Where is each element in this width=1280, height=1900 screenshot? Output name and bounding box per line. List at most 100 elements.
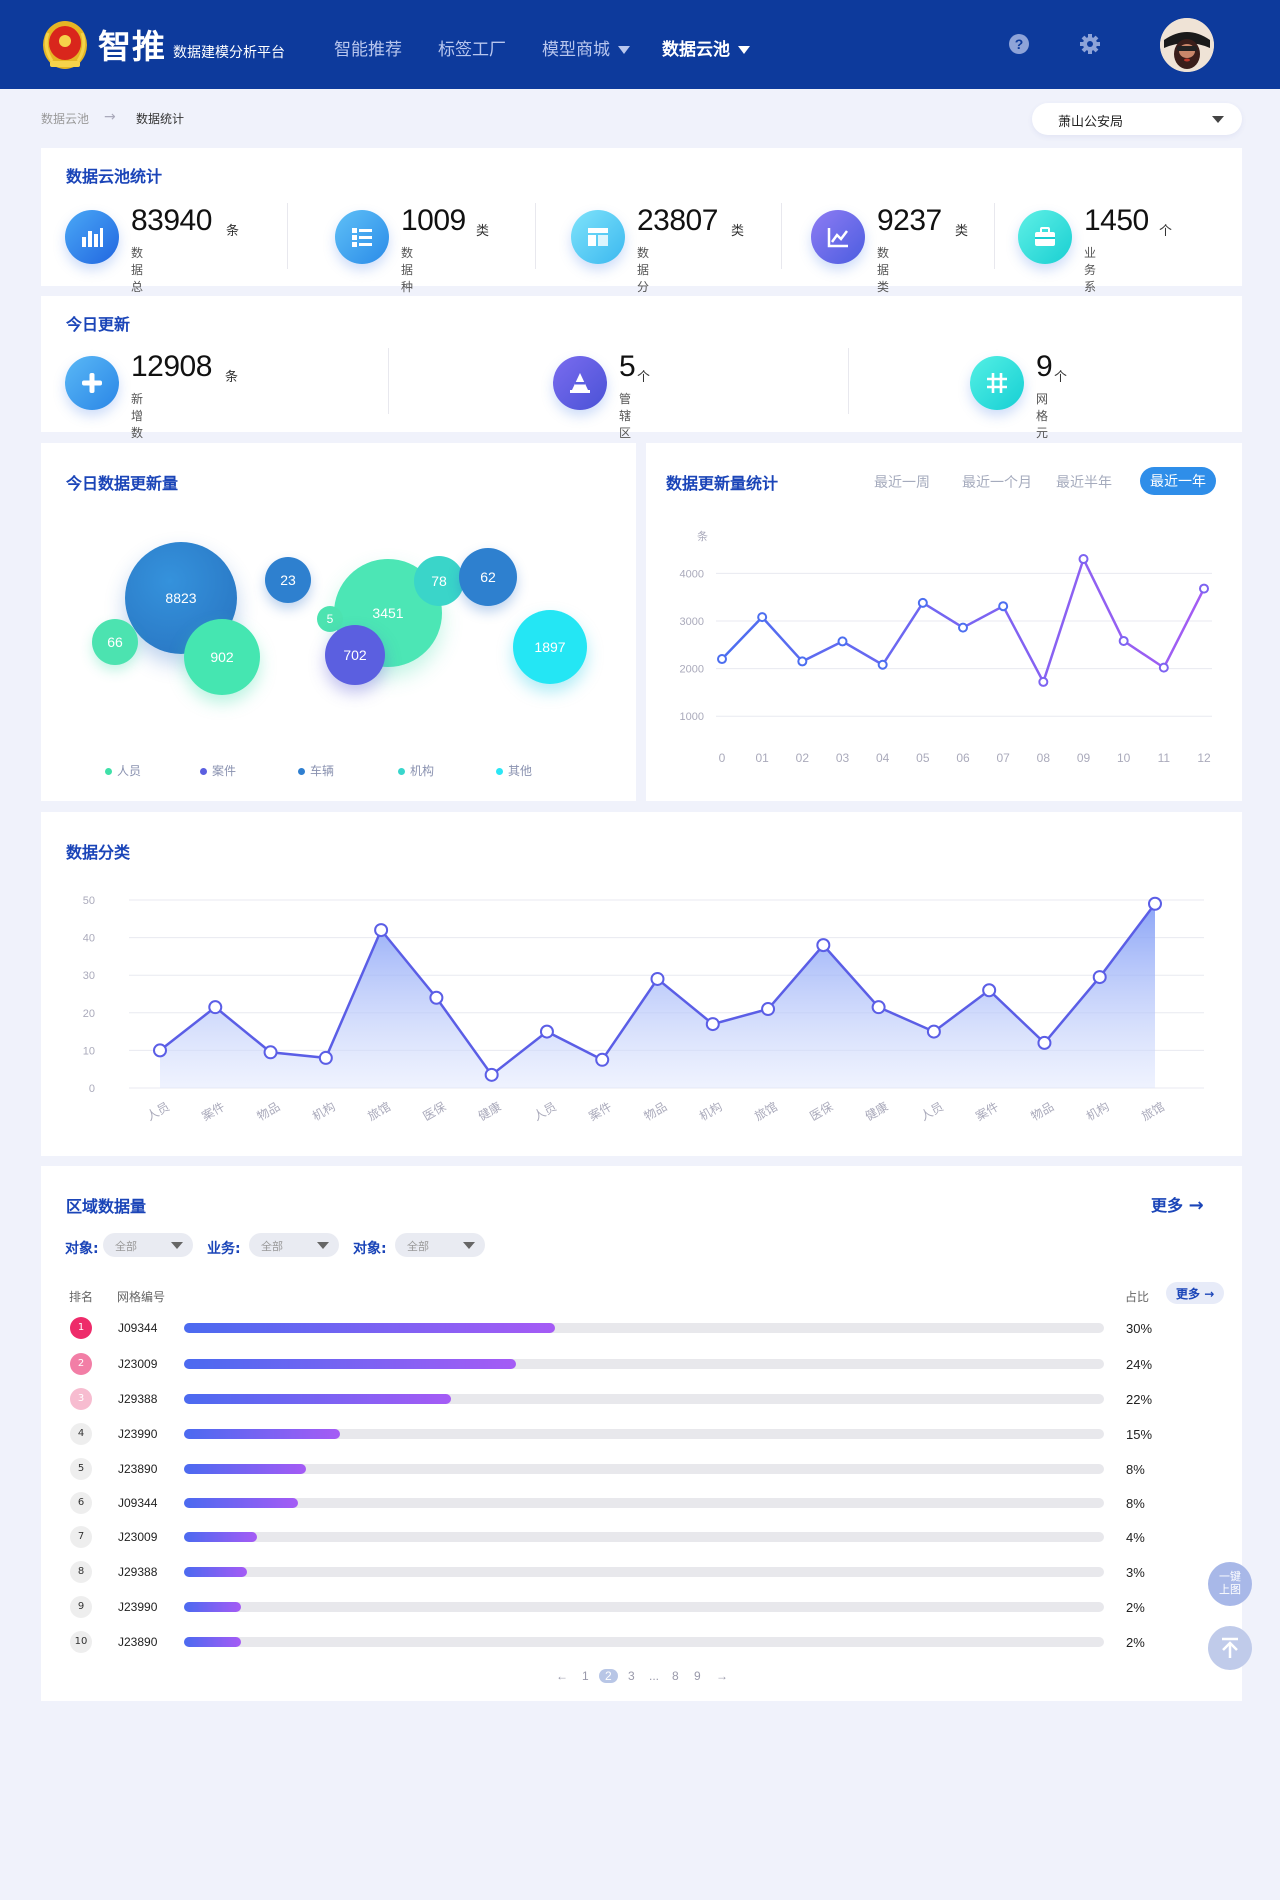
- legend-case[interactable]: 案件: [200, 762, 236, 779]
- data-point: [1038, 676, 1049, 687]
- rank-badge: 10: [70, 1631, 92, 1653]
- data-point: [539, 1024, 554, 1039]
- table-row[interactable]: 3 J29388 22%: [0, 1388, 1280, 1422]
- pager-prev[interactable]: ←: [556, 1669, 568, 1683]
- table-row[interactable]: 6 J09344 8%: [0, 1492, 1280, 1526]
- cloud-stats-title: 数据云池统计: [66, 167, 163, 186]
- x-tick-label: 医保: [420, 1099, 448, 1123]
- gear-icon[interactable]: [1079, 33, 1101, 55]
- rank-badge: 9: [70, 1596, 92, 1618]
- table-row[interactable]: 7 J23009 4%: [0, 1526, 1280, 1560]
- data-point: [917, 597, 928, 608]
- divider: [388, 348, 389, 414]
- legend-vehicle[interactable]: 车辆: [298, 762, 334, 779]
- map-upload-button[interactable]: 一键上图: [1208, 1562, 1252, 1606]
- y-tick-label: 1000: [680, 711, 704, 723]
- stat-label: 管辖区: [619, 392, 632, 440]
- stat-value: 1009: [401, 204, 466, 237]
- progress-fill: [184, 1323, 555, 1333]
- bubble-case[interactable]: 702: [325, 625, 385, 685]
- data-point: [761, 1002, 776, 1017]
- grid-icon: [970, 356, 1024, 410]
- stat-unit: 个: [637, 370, 651, 385]
- plus-icon: [65, 356, 119, 410]
- x-tick-label: 04: [876, 751, 890, 765]
- bubble-other[interactable]: 1897: [513, 610, 587, 684]
- grid-code: J29388: [118, 1392, 158, 1406]
- table-row[interactable]: 5 J23890 8%: [0, 1458, 1280, 1492]
- region-more-link[interactable]: 更多 →: [1151, 1192, 1204, 1216]
- user-avatar[interactable]: [1160, 18, 1214, 72]
- pager-page-current[interactable]: 2: [599, 1669, 618, 1683]
- x-tick-label: 02: [796, 751, 810, 765]
- nav-model-store[interactable]: 模型商城: [542, 35, 630, 60]
- y-axis-unit: 条: [697, 529, 708, 543]
- grid-code: J09344: [118, 1496, 158, 1510]
- chevron-down-icon: [463, 1242, 475, 1249]
- bubble-person[interactable]: 902: [184, 619, 260, 695]
- pager-page[interactable]: 1: [582, 1669, 589, 1683]
- nav-smart-recommend[interactable]: 智能推荐: [334, 35, 402, 60]
- divider: [848, 348, 849, 414]
- filter-business-select[interactable]: 全部: [249, 1233, 339, 1257]
- table-row[interactable]: 9 J23990 2%: [0, 1596, 1280, 1630]
- y-tick-label: 4000: [680, 568, 704, 580]
- data-point: [871, 1000, 886, 1015]
- filter-object2-select[interactable]: 全部: [395, 1233, 485, 1257]
- pager-page[interactable]: 8: [672, 1669, 679, 1683]
- tab-half-year[interactable]: 最近半年: [1056, 472, 1112, 492]
- y-tick-label: 40: [83, 933, 95, 945]
- tab-week[interactable]: 最近一周: [874, 472, 930, 492]
- table-row[interactable]: 8 J29388 3%: [0, 1561, 1280, 1595]
- grid-code: J29388: [118, 1565, 158, 1579]
- nav-data-cloud[interactable]: 数据云池: [662, 35, 750, 60]
- region-data-title: 区域数据量: [66, 1197, 147, 1216]
- percent-value: 22%: [1126, 1392, 1153, 1407]
- progress-track: [184, 1602, 1104, 1612]
- pager-page[interactable]: 3: [628, 1669, 635, 1683]
- divider: [781, 203, 782, 269]
- pager-page[interactable]: 9: [694, 1669, 701, 1683]
- back-to-top-button[interactable]: [1208, 1626, 1252, 1670]
- x-tick-label: 人员: [918, 1099, 946, 1123]
- percent-value: 4%: [1126, 1530, 1145, 1545]
- tab-month[interactable]: 最近一个月: [962, 472, 1032, 492]
- org-select[interactable]: 萧山公安局: [1032, 103, 1242, 135]
- progress-track: [184, 1637, 1104, 1647]
- filter-business-label: 业务:: [207, 1241, 241, 1257]
- x-tick-label: 机构: [309, 1099, 337, 1124]
- bubble-vehicle[interactable]: 23: [265, 557, 311, 603]
- x-tick-label: 11: [1158, 751, 1171, 765]
- bubble-person[interactable]: 66: [92, 619, 138, 665]
- table-row[interactable]: 10 J23890 2%: [0, 1631, 1280, 1665]
- cloud-stats-card: 数据云池统计 83940 条 数据总量 1009 类 数据种类 23807 类 …: [41, 148, 1242, 311]
- data-point: [484, 1067, 499, 1082]
- table-row[interactable]: 2 J23009 24%: [0, 1353, 1280, 1387]
- table-row[interactable]: 4 J23990 15%: [0, 1423, 1280, 1457]
- legend-organization[interactable]: 机构: [398, 762, 434, 779]
- category-chart-title: 数据分类: [66, 843, 131, 862]
- table-row[interactable]: 1 J09344 30%: [0, 1317, 1280, 1351]
- y-tick-label: 2000: [680, 664, 704, 676]
- stat-label: 网格元: [1036, 392, 1049, 440]
- table-more-button[interactable]: 更多 →: [1166, 1282, 1224, 1304]
- data-point: [374, 923, 389, 938]
- filter-object-select[interactable]: 全部: [103, 1233, 193, 1257]
- x-tick-label: 健康: [862, 1099, 890, 1124]
- percent-value: 30%: [1126, 1321, 1153, 1336]
- legend-other[interactable]: 其他: [496, 762, 532, 779]
- pager-ellipsis: ...: [649, 1669, 660, 1683]
- pager-next[interactable]: →: [716, 1669, 728, 1683]
- bubble-vehicle[interactable]: 62: [459, 548, 517, 606]
- x-tick-label: 10: [1117, 751, 1131, 765]
- breadcrumb-root[interactable]: 数据云池: [41, 110, 89, 127]
- tab-year[interactable]: 最近一年: [1140, 467, 1216, 495]
- rank-badge: 3: [70, 1388, 92, 1410]
- legend-person[interactable]: 人员: [105, 762, 141, 779]
- help-icon[interactable]: ?: [1008, 33, 1030, 55]
- progress-track: [184, 1498, 1104, 1508]
- x-tick-label: 机构: [1083, 1099, 1111, 1124]
- grid-code: J23009: [118, 1530, 158, 1544]
- bubble-organization[interactable]: 78: [414, 556, 464, 606]
- nav-tag-factory[interactable]: 标签工厂: [438, 35, 506, 60]
